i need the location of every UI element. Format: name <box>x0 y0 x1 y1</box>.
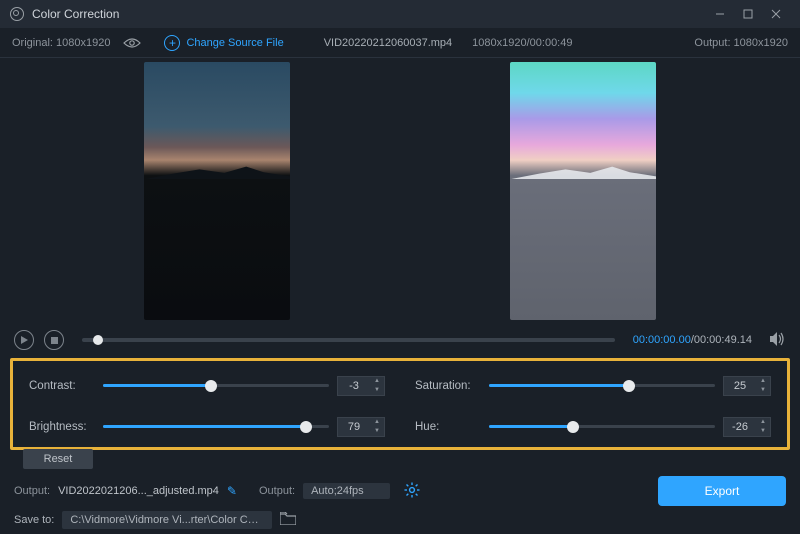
close-button[interactable] <box>762 4 790 24</box>
hue-step-down[interactable]: ▼ <box>756 427 770 436</box>
contrast-value-input[interactable]: -3 ▲▼ <box>337 376 385 396</box>
saturation-step-down[interactable]: ▼ <box>756 386 770 395</box>
change-source-button[interactable]: + Change Source File <box>164 35 283 51</box>
playbar: 00:00:00.00/00:00:49.14 <box>0 322 800 358</box>
timeline-knob[interactable] <box>93 335 103 345</box>
hue-value-input[interactable]: -26 ▲▼ <box>723 417 771 437</box>
browse-folder-icon[interactable] <box>280 512 296 528</box>
color-controls-panel: Contrast: -3 ▲▼ Saturation: 25 ▲▼ Bright… <box>10 358 790 450</box>
timecode: 00:00:00.00/00:00:49.14 <box>633 334 752 346</box>
hue-slider[interactable] <box>489 425 715 428</box>
output-resolution: Output: 1080x1920 <box>694 37 788 49</box>
saturation-label: Saturation: <box>415 380 481 392</box>
time-total: /00:00:49.14 <box>691 334 752 346</box>
titlebar: Color Correction <box>0 0 800 28</box>
stop-button[interactable] <box>44 330 64 350</box>
timeline-slider[interactable] <box>82 338 615 342</box>
volume-icon[interactable] <box>770 332 786 349</box>
contrast-step-up[interactable]: ▲ <box>370 377 384 386</box>
output-filename: VID2022021206..._adjusted.mp4 <box>58 485 219 497</box>
reset-button[interactable]: Reset <box>23 449 93 469</box>
output-filename-label: Output: <box>14 485 50 497</box>
save-to-label: Save to: <box>14 514 54 526</box>
maximize-button[interactable] <box>734 4 762 24</box>
output-row: Output: VID2022021206..._adjusted.mp4 ✎ … <box>0 476 800 506</box>
contrast-row: Contrast: -3 ▲▼ <box>29 371 385 400</box>
minimize-button[interactable] <box>706 4 734 24</box>
save-path-input[interactable]: C:\Vidmore\Vidmore Vi...rter\Color Corre… <box>62 511 272 529</box>
hue-row: Hue: -26 ▲▼ <box>415 412 771 441</box>
app-icon <box>10 7 24 21</box>
play-button[interactable] <box>14 330 34 350</box>
brightness-label: Brightness: <box>29 421 95 433</box>
saturation-value-input[interactable]: 25 ▲▼ <box>723 376 771 396</box>
saturation-knob[interactable] <box>623 380 635 392</box>
hue-step-up[interactable]: ▲ <box>756 418 770 427</box>
contrast-step-down[interactable]: ▼ <box>370 386 384 395</box>
save-row: Save to: C:\Vidmore\Vidmore Vi...rter\Co… <box>0 506 800 534</box>
plus-circle-icon: + <box>164 35 180 51</box>
brightness-value-input[interactable]: 79 ▲▼ <box>337 417 385 437</box>
saturation-step-up[interactable]: ▲ <box>756 377 770 386</box>
time-current: 00:00:00.00 <box>633 334 691 346</box>
brightness-step-down[interactable]: ▼ <box>370 427 384 436</box>
preview-area <box>0 58 800 322</box>
change-source-label: Change Source File <box>186 37 283 49</box>
preview-toggle-icon[interactable] <box>120 31 144 55</box>
saturation-slider[interactable] <box>489 384 715 387</box>
hue-label: Hue: <box>415 421 481 433</box>
filebar: Original: 1080x1920 + Change Source File… <box>0 28 800 58</box>
edit-filename-icon[interactable]: ✎ <box>227 484 237 498</box>
brightness-row: Brightness: 79 ▲▼ <box>29 412 385 441</box>
brightness-slider[interactable] <box>103 425 329 428</box>
source-meta: 1080x1920/00:00:49 <box>472 37 572 49</box>
saturation-row: Saturation: 25 ▲▼ <box>415 371 771 400</box>
preview-adjusted <box>510 62 656 320</box>
output-fps-select[interactable]: Auto;24fps <box>303 483 390 499</box>
brightness-step-up[interactable]: ▲ <box>370 418 384 427</box>
contrast-slider[interactable] <box>103 384 329 387</box>
settings-icon[interactable] <box>404 482 420 501</box>
output-fps-label: Output: <box>259 485 295 497</box>
preview-original <box>144 62 290 320</box>
contrast-knob[interactable] <box>205 380 217 392</box>
hue-knob[interactable] <box>567 421 579 433</box>
source-filename: VID20220212060037.mp4 <box>324 37 452 49</box>
contrast-label: Contrast: <box>29 380 95 392</box>
window-title: Color Correction <box>32 7 119 21</box>
original-resolution: Original: 1080x1920 <box>12 37 110 49</box>
export-button[interactable]: Export <box>658 476 786 506</box>
brightness-knob[interactable] <box>300 421 312 433</box>
